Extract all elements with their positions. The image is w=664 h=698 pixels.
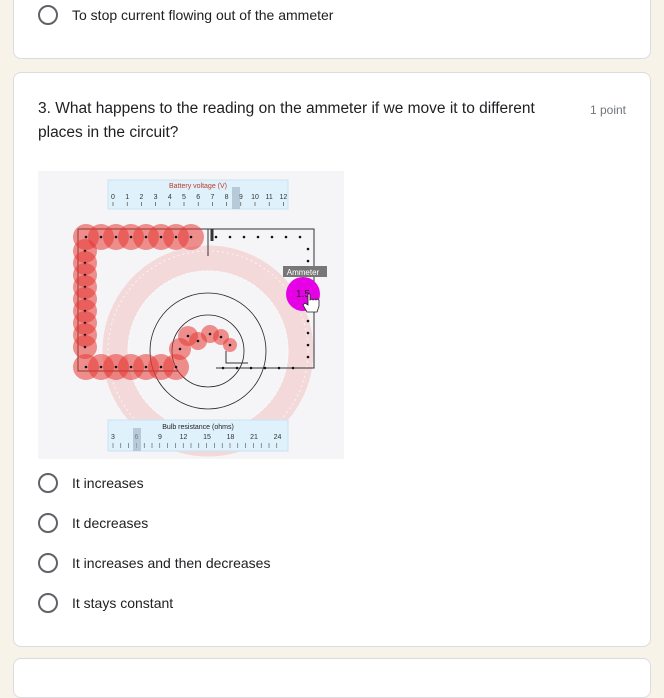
battery-tick-label: 11	[266, 194, 273, 201]
radio-circle-icon[interactable]	[38, 553, 58, 573]
resistance-tick-label: 12	[180, 434, 188, 441]
bulb-resistance-slider[interactable]: Bulb resistance (ohms) 3691215182124	[107, 419, 289, 452]
battery-tick-label: 10	[251, 194, 259, 201]
electron-dot	[189, 235, 193, 239]
battery-tick-label: 6	[196, 194, 200, 201]
battery-tick-label: 5	[182, 194, 186, 201]
question-3-card: 3. What happens to the reading on the am…	[13, 72, 651, 647]
next-question-card	[13, 658, 651, 698]
points-label: 1 point	[589, 103, 626, 117]
electron-dot	[84, 365, 88, 369]
electron-dot	[306, 259, 310, 263]
electron-dot	[144, 235, 148, 239]
resistance-tick-label: 21	[250, 434, 258, 441]
electron-dot	[306, 319, 310, 323]
electron-dot	[249, 366, 253, 370]
electron-dot	[99, 235, 103, 239]
electron-dot	[277, 366, 281, 370]
battery-tick-label: 7	[210, 194, 214, 201]
option-it-decreases[interactable]: It decreases	[38, 511, 148, 535]
battery-tick-label: 1	[125, 194, 129, 201]
resistance-scale-title: Bulb resistance (ohms)	[162, 424, 234, 431]
electron-dot	[114, 235, 118, 239]
electron-dot	[306, 343, 310, 347]
option-label: It stays constant	[72, 595, 174, 611]
radio-circle-icon[interactable]	[38, 513, 58, 533]
electron-dot	[291, 366, 295, 370]
electron-dot	[144, 365, 148, 369]
electron-dot	[228, 235, 232, 239]
electron-dot	[270, 235, 274, 239]
electron-dot	[228, 343, 232, 347]
electron-dot	[83, 345, 87, 349]
electron-dot	[214, 235, 218, 239]
electron-dot	[306, 247, 310, 251]
battery-tick-label: 2	[139, 194, 143, 201]
electron-dot	[306, 355, 310, 359]
electron-dot	[256, 235, 260, 239]
electron-dot	[298, 235, 302, 239]
resistance-tick-label: 3	[111, 434, 115, 441]
electron-dot	[159, 235, 163, 239]
option-stays-constant[interactable]: It stays constant	[38, 591, 173, 615]
battery-scale-title: Battery voltage (V)	[169, 183, 227, 190]
electron-dot	[306, 331, 310, 335]
resistance-tick-label: 15	[203, 434, 211, 441]
radio-circle-icon[interactable]	[38, 593, 58, 613]
battery-tick-label: 12	[280, 194, 288, 201]
option-increases-then-decreases[interactable]: It increases and then decreases	[38, 551, 270, 575]
resistance-tick-label: 9	[158, 434, 162, 441]
electron-dot	[221, 366, 225, 370]
electron-dot	[99, 365, 103, 369]
battery-tick-label: 4	[168, 194, 172, 201]
resistance-slider-thumb[interactable]	[133, 428, 141, 451]
ammeter-label: Ammeter	[287, 268, 320, 277]
electron-dot	[174, 235, 178, 239]
bulb	[149, 292, 267, 410]
electron-dot	[263, 366, 267, 370]
electron-dot	[174, 365, 178, 369]
electron-dot	[129, 235, 133, 239]
electron-dot	[242, 235, 246, 239]
radio-circle-icon[interactable]	[38, 5, 58, 25]
option-label: It increases	[72, 475, 144, 491]
radio-circle-icon[interactable]	[38, 473, 58, 493]
electron-dot	[159, 365, 163, 369]
resistance-tick-label: 24	[274, 434, 282, 441]
previous-question-card: To stop current flowing out of the ammet…	[13, 0, 651, 59]
electron-dot	[235, 366, 239, 370]
question-title: 3. What happens to the reading on the am…	[38, 100, 535, 141]
electron-dot	[178, 347, 182, 351]
option-it-increases[interactable]: It increases	[38, 471, 144, 495]
electron-dot	[186, 334, 190, 338]
battery-tick-label: 3	[154, 194, 158, 201]
option-label: It decreases	[72, 515, 149, 531]
battery-tick-label: 8	[225, 194, 229, 201]
electron-dot	[208, 332, 212, 336]
circuit-diagram: Battery voltage (V) 0 1 2 3 4 5 6 7 8 9 10 11 12 Amm…	[73, 179, 327, 457]
battery-slider-thumb[interactable]	[232, 187, 240, 209]
electron-dot	[84, 235, 88, 239]
battery-tick-label: 0	[111, 194, 115, 201]
electron-dot	[284, 235, 288, 239]
electron-dot	[196, 339, 200, 343]
option-label: To stop current flowing out of the ammet…	[72, 7, 334, 23]
resistance-tick-label: 18	[227, 434, 235, 441]
electron-dot	[129, 365, 133, 369]
electron-dot	[219, 335, 223, 339]
option-stop-current[interactable]: To stop current flowing out of the ammet…	[38, 3, 333, 27]
circuit-simulation-image: Battery voltage (V) 0 1 2 3 4 5 6 7 8 9 10 11 12 Amm…	[38, 171, 344, 459]
electron-dot	[114, 365, 118, 369]
bulb-glow-ring	[102, 245, 314, 457]
battery-voltage-slider[interactable]: Battery voltage (V) 0 1 2 3 4 5 6 7 8 9 10 11 12	[107, 179, 289, 210]
option-label: It increases and then decreases	[72, 555, 271, 571]
